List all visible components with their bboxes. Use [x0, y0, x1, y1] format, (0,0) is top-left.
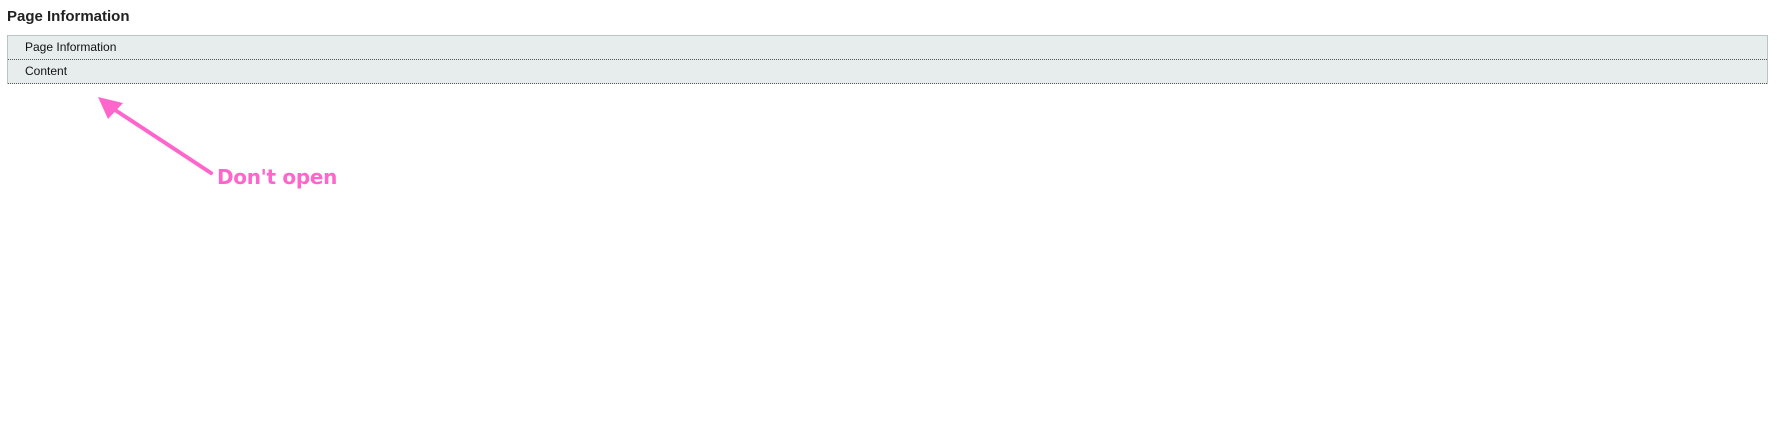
section-page-information[interactable]: Page Information	[8, 36, 1767, 60]
annotation-arrow-line	[104, 102, 213, 175]
annotation-text: Don't open	[217, 165, 338, 189]
accordion-panel: Page Information Content	[7, 35, 1768, 84]
page-title: Page Information	[7, 8, 130, 25]
annotation-arrowhead-icon	[98, 97, 123, 119]
page: Page Information Page Information Conten…	[0, 0, 1777, 440]
section-content[interactable]: Content	[8, 60, 1767, 84]
